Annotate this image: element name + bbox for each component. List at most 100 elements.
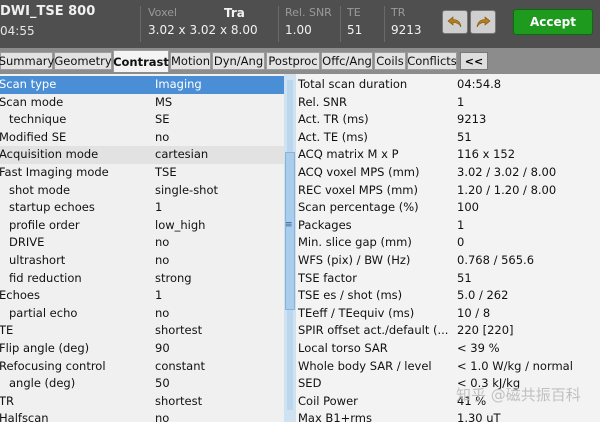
- parameter-row[interactable]: Acquisition mode cartesian: [0, 146, 284, 164]
- parameter-name: Echoes: [0, 288, 40, 303]
- info-name: Whole body SAR / level: [298, 358, 432, 373]
- protocol-name: DWI_TSE 800: [0, 4, 96, 19]
- tab-contrast[interactable]: Contrast: [113, 50, 169, 72]
- info-row: TSE factor 51: [296, 270, 600, 288]
- tab-motion[interactable]: Motion: [170, 52, 211, 70]
- parameter-name: TE: [0, 323, 14, 338]
- orientation-value: Tra: [224, 6, 245, 20]
- info-row: TSE es / shot (ms) 5.0 / 262: [296, 287, 600, 305]
- undo-arrow-icon: [447, 16, 462, 28]
- parameter-name: Flip angle (deg): [0, 341, 90, 355]
- parameter-name: fid reduction: [9, 270, 82, 285]
- tab-coils[interactable]: Coils: [374, 52, 406, 70]
- info-name: Packages: [298, 217, 352, 232]
- parameter-value: TSE: [155, 165, 177, 179]
- redo-arrow-icon: [476, 16, 491, 28]
- info-row: ACQ matrix M x P 116 x 152: [296, 146, 600, 164]
- parameter-name: DRIVE: [9, 235, 45, 250]
- parameter-name: startup echoes: [9, 200, 95, 215]
- header-divider: [140, 6, 141, 42]
- parameter-value: no: [155, 411, 170, 422]
- parameter-row[interactable]: Refocusing control constant: [0, 358, 284, 376]
- info-row: Local torso SAR < 39 %: [296, 340, 600, 358]
- info-name: Min. slice gap (mm): [298, 235, 412, 250]
- info-row: Min. slice gap (mm) 0: [296, 234, 600, 252]
- parameter-name: Acquisition mode: [0, 147, 99, 162]
- parameter-row[interactable]: DRIVE no: [0, 234, 284, 252]
- parameter-row[interactable]: fid reduction strong: [0, 270, 284, 288]
- parameter-name: Scan mode: [0, 94, 64, 109]
- parameter-row[interactable]: technique SE: [0, 111, 284, 129]
- parameter-row[interactable]: Echoes 1: [0, 287, 284, 305]
- info-name: Max B1+rms: [298, 411, 372, 422]
- info-row: WFS (pix) / BW (Hz) 0.768 / 565.6: [296, 252, 600, 270]
- collapse-panel-button[interactable]: <<: [460, 52, 488, 70]
- te-value: 51: [347, 23, 363, 37]
- parameter-value: 1: [155, 200, 163, 215]
- parameter-value: Imaging: [155, 77, 202, 91]
- header-divider: [278, 6, 279, 42]
- tab-dyn-ang[interactable]: Dyn/Ang: [212, 52, 265, 70]
- parameter-name: Modified SE: [0, 129, 67, 144]
- tab-offc-ang[interactable]: Offc/Ang: [321, 52, 373, 70]
- info-value: 116 x 152: [457, 147, 516, 162]
- info-row: Packages 1: [296, 217, 600, 235]
- accept-button[interactable]: Accept: [513, 9, 593, 35]
- panel-splitter[interactable]: ≡: [284, 74, 296, 422]
- parameter-name: shot mode: [9, 182, 71, 197]
- info-name: TEeff / TEequiv (ms): [298, 305, 415, 320]
- parameter-row[interactable]: profile order low_high: [0, 217, 284, 235]
- info-value: 51: [457, 270, 472, 285]
- scan-info-panel: Total scan duration 04:54.8 Rel. SNR 1 Act…: [296, 74, 600, 422]
- tab-summary[interactable]: Summary: [0, 52, 54, 70]
- header-divider: [384, 6, 385, 42]
- info-name: Rel. SNR: [298, 94, 347, 109]
- tab-geometry[interactable]: Geometry: [54, 52, 112, 70]
- parameter-value: no: [155, 235, 170, 250]
- info-value: 10 / 8: [457, 305, 491, 320]
- redo-button[interactable]: [470, 10, 496, 34]
- parameter-value: 50: [155, 376, 170, 391]
- parameter-row[interactable]: partial echo no: [0, 305, 284, 323]
- parameter-row[interactable]: TE shortest: [0, 322, 284, 340]
- parameter-row[interactable]: ultrashort no: [0, 252, 284, 270]
- parameter-row[interactable]: angle (deg) 50: [0, 375, 284, 393]
- tab-conflicts[interactable]: Conflicts: [407, 52, 457, 70]
- parameter-value: MS: [155, 94, 173, 109]
- info-name: Scan percentage (%): [298, 200, 419, 215]
- info-name: Local torso SAR: [298, 341, 388, 355]
- tr-value: 9213: [391, 23, 422, 37]
- parameter-name: Refocusing control: [0, 358, 106, 373]
- info-value: 220 [220]: [457, 323, 514, 338]
- tab-bar: Summary Geometry Contrast Motion Dyn/Ang…: [0, 50, 600, 72]
- parameter-row[interactable]: TR shortest: [0, 393, 284, 411]
- parameter-value: SE: [155, 112, 170, 127]
- parameter-row[interactable]: Scan type Imaging: [0, 76, 284, 94]
- info-value: 51: [457, 129, 472, 144]
- info-value: 5.0 / 262: [457, 288, 509, 303]
- parameter-row[interactable]: shot mode single-shot: [0, 182, 284, 200]
- parameter-row[interactable]: Scan mode MS: [0, 94, 284, 112]
- splitter-grip-icon: ≡: [285, 220, 293, 230]
- info-row: Whole body SAR / level < 1.0 W/kg / norma…: [296, 358, 600, 376]
- info-row: TEeff / TEequiv (ms) 10 / 8: [296, 305, 600, 323]
- undo-button[interactable]: [442, 10, 468, 34]
- info-name: Act. TE (ms): [298, 129, 368, 144]
- splitter-handle[interactable]: [285, 152, 295, 310]
- info-name: SED: [298, 376, 322, 391]
- info-value: < 1.0 W/kg / normal: [457, 358, 573, 373]
- parameter-value: low_high: [155, 217, 206, 232]
- info-value: 1: [457, 94, 465, 109]
- tab-postproc[interactable]: Postproc: [266, 52, 320, 70]
- parameter-row[interactable]: Modified SE no: [0, 129, 284, 147]
- parameter-row[interactable]: Halfscan no: [0, 410, 284, 422]
- parameter-row[interactable]: Flip angle (deg) 90: [0, 340, 284, 358]
- parameter-row[interactable]: startup echoes 1: [0, 199, 284, 217]
- tr-label: TR: [391, 6, 406, 19]
- snr-label: Rel. SNR: [285, 6, 332, 19]
- info-value: 1: [457, 217, 465, 232]
- parameter-row[interactable]: Fast Imaging mode TSE: [0, 164, 284, 182]
- info-value: < 39 %: [457, 341, 500, 355]
- snr-value: 1.00: [285, 23, 312, 37]
- info-name: Act. TR (ms): [298, 112, 369, 127]
